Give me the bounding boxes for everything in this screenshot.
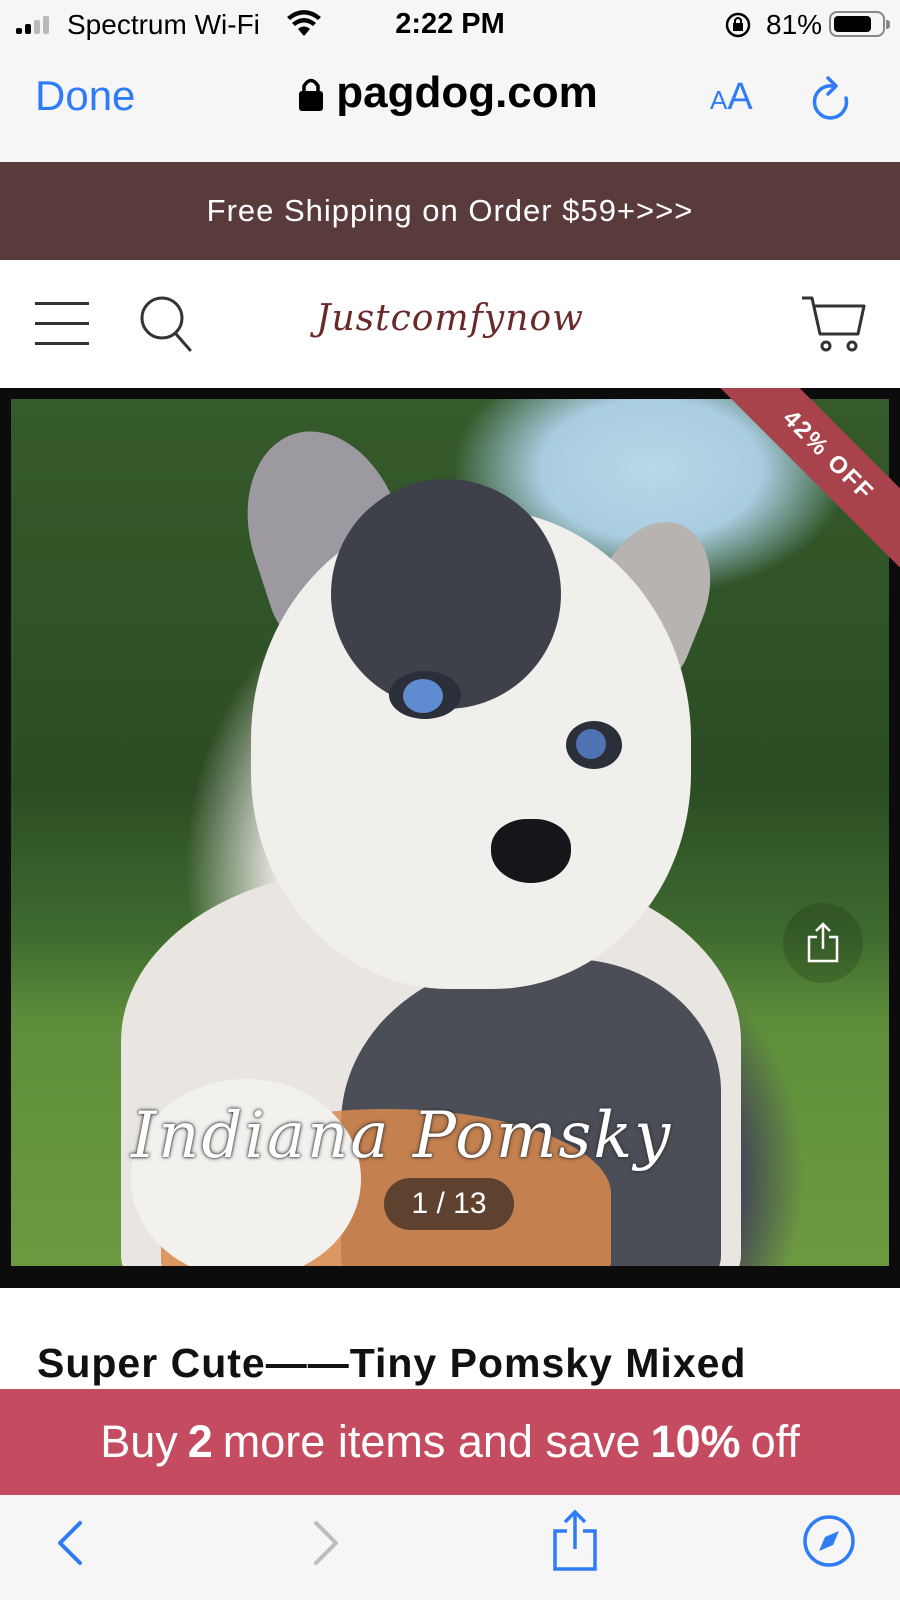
share-icon bbox=[807, 922, 839, 963]
product-title: Super Cute——Tiny Pomsky Mixed bbox=[37, 1340, 747, 1386]
share-image-button[interactable] bbox=[783, 903, 863, 983]
offer-prefix: Buy bbox=[100, 1416, 178, 1467]
wifi-icon bbox=[287, 10, 321, 36]
puppy-eye-left bbox=[389, 671, 461, 719]
text-size-small-label: A bbox=[710, 85, 728, 115]
status-bar: Spectrum Wi-Fi 2:22 PM 81% bbox=[0, 0, 900, 50]
puppy-eye-right bbox=[566, 721, 622, 769]
free-shipping-banner[interactable]: Free Shipping on Order $59+>>> bbox=[0, 162, 900, 260]
product-image-gallery[interactable]: Indiana Pomsky 42% OFF 1 / 13 bbox=[0, 388, 900, 1288]
battery-icon bbox=[829, 11, 890, 37]
carrier-name: Spectrum Wi-Fi bbox=[67, 9, 260, 40]
page: Spectrum Wi-Fi 2:22 PM 81% Done pagdog.c… bbox=[0, 0, 900, 1600]
orientation-lock-icon bbox=[725, 12, 751, 38]
back-icon[interactable] bbox=[52, 1515, 88, 1571]
hamburger-menu-icon[interactable] bbox=[35, 300, 89, 346]
done-button[interactable]: Done bbox=[35, 72, 135, 120]
search-icon[interactable] bbox=[138, 294, 194, 354]
cart-icon[interactable] bbox=[800, 294, 866, 356]
browser-nav-bar: Done pagdog.com AA bbox=[0, 50, 900, 162]
offer-discount: 10% bbox=[650, 1416, 741, 1467]
url-text: pagdog.com bbox=[336, 68, 598, 117]
free-shipping-text: Free Shipping on Order $59+>>> bbox=[206, 193, 694, 228]
site-header: Justcomfynow bbox=[0, 260, 900, 388]
puppy-head-marking bbox=[331, 479, 561, 709]
puppy-nose bbox=[491, 819, 571, 883]
forward-icon[interactable] bbox=[308, 1515, 344, 1571]
battery-percent: 81% bbox=[766, 9, 823, 40]
cellular-signal-icon bbox=[16, 14, 49, 34]
bundle-offer-bar[interactable]: Buy 2 more items and save 10% off bbox=[0, 1389, 900, 1495]
site-logo[interactable]: Justcomfynow bbox=[0, 298, 900, 339]
photo-watermark: Indiana Pomsky bbox=[131, 1099, 673, 1173]
lock-icon bbox=[299, 78, 323, 111]
reload-icon[interactable] bbox=[808, 74, 856, 126]
offer-suffix: off bbox=[750, 1416, 800, 1467]
safari-compass-icon[interactable] bbox=[801, 1513, 857, 1569]
text-size-large-label: A bbox=[727, 76, 753, 118]
offer-count: 2 bbox=[187, 1416, 213, 1467]
text-size-button[interactable]: AA bbox=[710, 76, 753, 119]
browser-toolbar bbox=[0, 1495, 900, 1600]
offer-middle: more items and save bbox=[222, 1416, 641, 1467]
share-icon[interactable] bbox=[550, 1509, 600, 1573]
product-photo: Indiana Pomsky bbox=[11, 399, 889, 1266]
image-counter: 1 / 13 bbox=[384, 1178, 514, 1230]
